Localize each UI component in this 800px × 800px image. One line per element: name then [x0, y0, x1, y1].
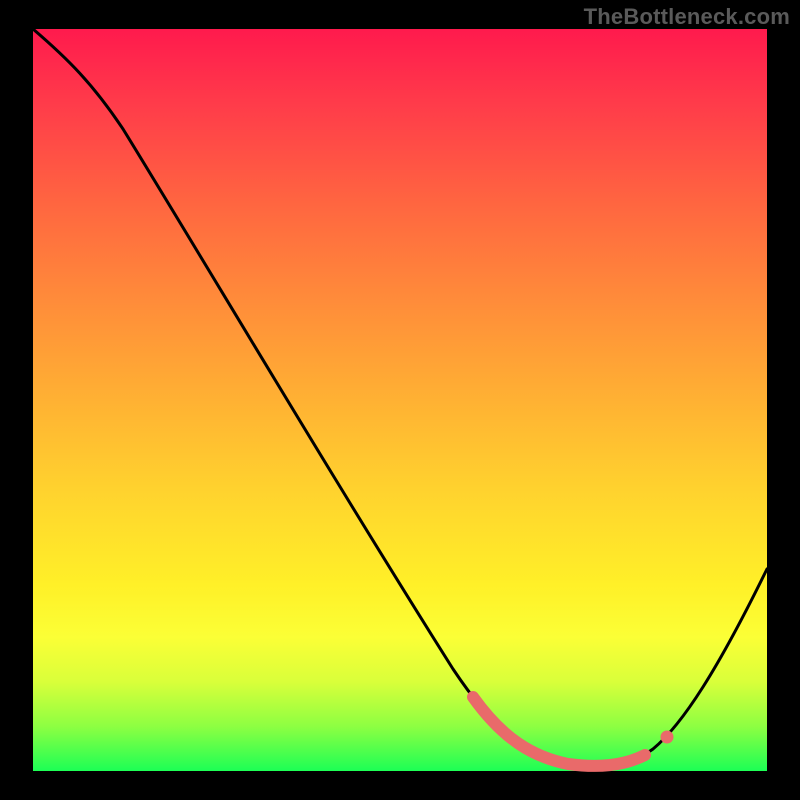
bottleneck-curve — [33, 29, 767, 766]
plot-area — [33, 29, 767, 771]
watermark-text: TheBottleneck.com — [584, 4, 790, 30]
optimal-point-marker — [661, 731, 674, 744]
chart-frame: TheBottleneck.com — [0, 0, 800, 800]
optimal-range-highlight — [473, 697, 645, 766]
curve-svg — [33, 29, 767, 771]
